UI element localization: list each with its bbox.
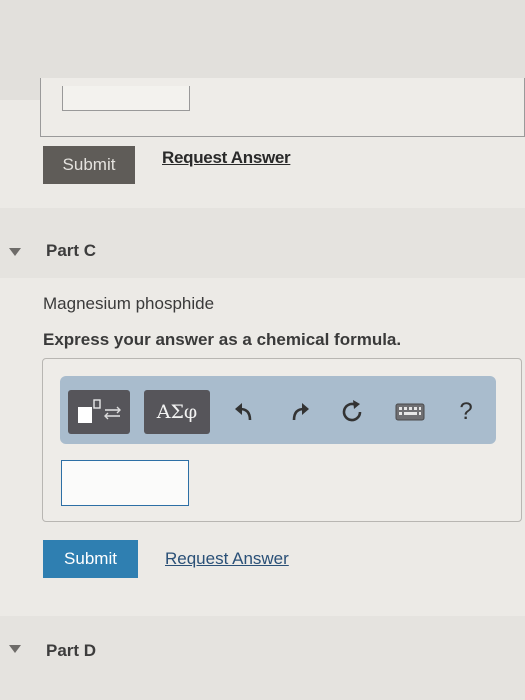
redo-icon xyxy=(292,403,309,421)
help-button[interactable]: ? xyxy=(448,394,484,430)
question-text: Magnesium phosphide xyxy=(43,294,215,313)
part-c-submit-button[interactable]: Submit xyxy=(43,540,138,578)
undo-icon xyxy=(235,403,252,421)
instruction-text: Express your answer as a chemical formul… xyxy=(43,330,402,349)
part-c-request-answer-link[interactable]: Request Answer xyxy=(165,549,289,569)
collapse-caret-icon[interactable] xyxy=(9,248,21,256)
answer-input[interactable] xyxy=(61,460,189,506)
greek-symbols-button[interactable]: ΑΣφ xyxy=(144,390,210,434)
math-toolbar: ΑΣφ ? xyxy=(60,376,496,444)
greek-symbols-label: ΑΣφ xyxy=(156,401,198,423)
part-b-request-answer-link[interactable]: Request Answer xyxy=(162,148,291,168)
part-b-submit-button[interactable]: Submit xyxy=(43,146,135,184)
undo-button[interactable] xyxy=(226,394,262,430)
reset-icon xyxy=(342,400,362,422)
keyboard-button[interactable] xyxy=(390,394,430,430)
redo-button[interactable] xyxy=(282,394,318,430)
templates-button[interactable] xyxy=(68,390,130,434)
part-c-header[interactable]: Part C xyxy=(0,208,525,278)
part-d-label: Part D xyxy=(46,641,97,660)
help-icon: ? xyxy=(459,398,473,425)
templates-icon xyxy=(78,399,121,423)
previous-answer-input[interactable] xyxy=(62,86,190,111)
reset-button[interactable] xyxy=(334,394,370,430)
part-c-label: Part C xyxy=(46,241,97,260)
collapse-caret-icon[interactable] xyxy=(9,645,21,653)
part-d-header[interactable]: Part D xyxy=(0,616,525,700)
keyboard-icon xyxy=(395,403,425,421)
